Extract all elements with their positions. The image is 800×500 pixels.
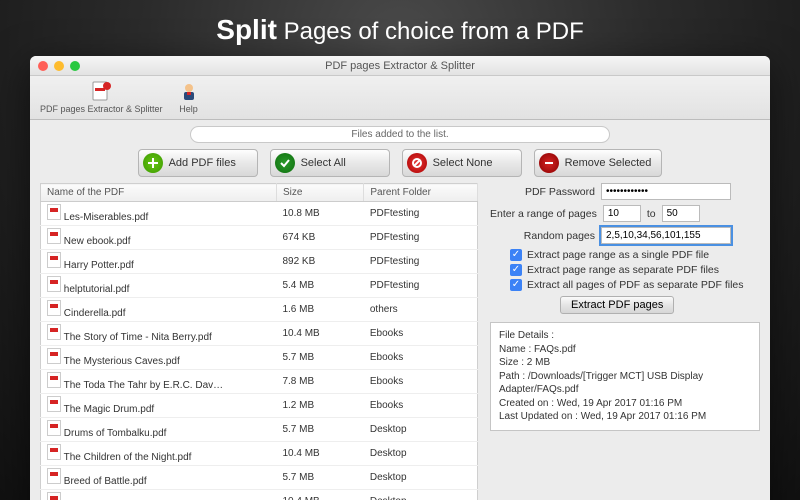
table-row[interactable]: The Mysterious Caves.pdf5.7 MBEbooks — [41, 346, 478, 370]
pdf-file-icon — [47, 468, 61, 484]
minus-icon — [539, 153, 559, 173]
help-icon — [177, 80, 201, 104]
table-row[interactable]: Drums of Tombalku.pdf5.7 MBDesktop — [41, 418, 478, 442]
table-row[interactable]: New ebook.pdf674 KBPDFtesting — [41, 226, 478, 250]
remove-selected-button[interactable]: Remove Selected — [534, 149, 663, 177]
col-folder[interactable]: Parent Folder — [364, 184, 478, 202]
pdf-file-icon — [47, 444, 61, 460]
file-details: File Details : Name : FAQs.pdf Size : 2 … — [490, 322, 760, 431]
status-message: Files added to the list. — [190, 126, 610, 143]
pdf-file-icon — [47, 492, 61, 500]
close-icon[interactable] — [38, 61, 48, 71]
pdf-file-icon — [47, 372, 61, 388]
range-label: Enter a range of pages — [490, 208, 597, 220]
file-table[interactable]: Name of the PDF Size Parent Folder Les-M… — [40, 183, 478, 500]
select-none-button[interactable]: Select None — [402, 149, 522, 177]
pdf-file-icon — [47, 276, 61, 292]
password-field[interactable] — [601, 183, 731, 200]
hero-headline: Split Pages of choice from a PDF — [0, 0, 800, 56]
random-label: Random pages — [490, 230, 595, 242]
prohibit-icon — [407, 153, 427, 173]
checkbox-icon — [510, 249, 522, 261]
toolbar-item-help[interactable]: Help — [173, 78, 205, 116]
pdf-file-icon — [47, 396, 61, 412]
pdf-file-icon — [47, 348, 61, 364]
table-row[interactable]: The Toda The Tahr by E.R.C. Dav…7.8 MBEb… — [41, 370, 478, 394]
pdf-file-icon — [47, 420, 61, 436]
table-row[interactable]: The Story of Time - Nita Berry.pdf10.4 M… — [41, 322, 478, 346]
table-row[interactable]: Breed of Battle.pdf5.7 MBDesktop — [41, 466, 478, 490]
table-row[interactable]: Harry Potter.pdf892 KBPDFtesting — [41, 250, 478, 274]
pdf-file-icon — [47, 300, 61, 316]
col-name[interactable]: Name of the PDF — [41, 184, 277, 202]
extract-button[interactable]: Extract PDF pages — [560, 296, 674, 314]
table-row[interactable]: The Children of the Night.pdf10.4 MBDesk… — [41, 442, 478, 466]
table-row[interactable]: helptutorial.pdf5.4 MBPDFtesting — [41, 274, 478, 298]
col-size[interactable]: Size — [276, 184, 363, 202]
checkbox-icon — [510, 279, 522, 291]
check-icon — [275, 153, 295, 173]
pdf-file-icon — [47, 252, 61, 268]
add-pdf-button[interactable]: Add PDF files — [138, 149, 258, 177]
window-title: PDF pages Extractor & Splitter — [30, 60, 770, 72]
chk-separate-range[interactable]: Extract page range as separate PDF files — [510, 264, 760, 276]
table-row[interactable]: The Magic Drum.pdf1.2 MBEbooks — [41, 394, 478, 418]
pdf-file-icon — [47, 228, 61, 244]
select-all-button[interactable]: Select All — [270, 149, 390, 177]
toolbar-item-main[interactable]: PDF pages Extractor & Splitter — [36, 78, 167, 116]
table-row[interactable]: Cinderella.pdf1.6 MBothers — [41, 298, 478, 322]
minimize-icon[interactable] — [54, 61, 64, 71]
app-window: PDF pages Extractor & Splitter PDF pages… — [30, 56, 770, 500]
zoom-icon[interactable] — [70, 61, 80, 71]
password-label: PDF Password — [490, 186, 595, 198]
window-titlebar: PDF pages Extractor & Splitter — [30, 56, 770, 76]
pdf-file-icon — [47, 324, 61, 340]
checkbox-icon — [510, 264, 522, 276]
random-pages-input[interactable] — [601, 227, 731, 244]
range-from-input[interactable] — [603, 205, 641, 222]
table-row[interactable]: The Haunter of the Ring.pdf10.4 MBDeskto… — [41, 490, 478, 500]
range-to-label: to — [647, 208, 656, 220]
range-to-input[interactable] — [662, 205, 700, 222]
chk-all-separate[interactable]: Extract all pages of PDF as separate PDF… — [510, 279, 760, 291]
toolbar: PDF pages Extractor & Splitter Help — [30, 76, 770, 120]
pdf-file-icon — [47, 204, 61, 220]
chk-single-file[interactable]: Extract page range as a single PDF file — [510, 249, 760, 261]
pdf-app-icon — [89, 80, 113, 104]
plus-icon — [143, 153, 163, 173]
table-row[interactable]: Les-Miserables.pdf10.8 MBPDFtesting — [41, 202, 478, 226]
